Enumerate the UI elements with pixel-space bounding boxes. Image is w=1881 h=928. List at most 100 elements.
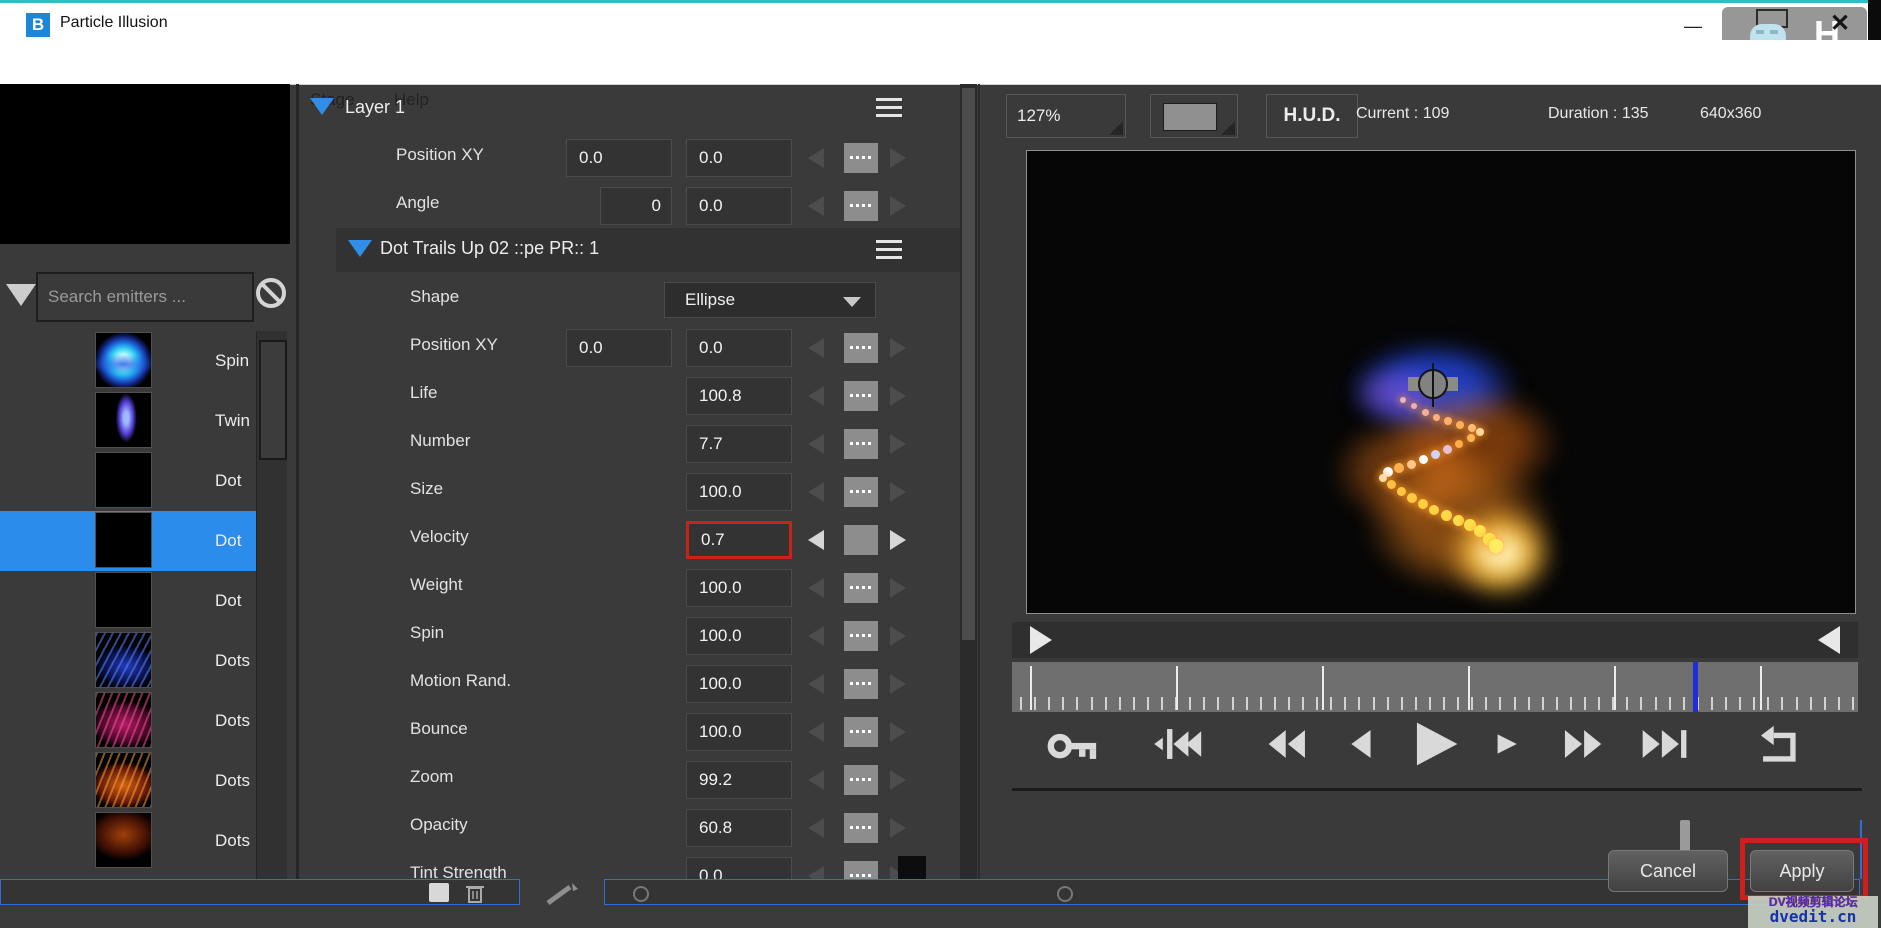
playhead[interactable] xyxy=(1693,662,1698,712)
transport-fast-forward-button[interactable] xyxy=(1550,718,1614,770)
emitter-list-item[interactable]: Spin xyxy=(0,331,256,391)
transport-step-forward-button[interactable] xyxy=(1472,718,1536,770)
zoom-level-dropdown[interactable]: 127% xyxy=(1006,94,1126,138)
decrement-arrow-icon[interactable] xyxy=(808,530,824,550)
title-bar[interactable]: B Particle Illusion — H ✕ xyxy=(0,3,1881,40)
range-start-handle[interactable] xyxy=(1030,626,1052,654)
emitter-list-item[interactable]: Dots xyxy=(0,631,256,691)
emitter-list-item[interactable]: Dot xyxy=(0,511,256,571)
keyframe-handle-icon[interactable] xyxy=(844,573,878,603)
increment-arrow-icon[interactable] xyxy=(890,434,906,454)
panel-divider[interactable] xyxy=(978,84,980,928)
keyframe-handle-icon[interactable] xyxy=(844,477,878,507)
emitter-list-item[interactable]: Dot xyxy=(0,451,256,511)
value-field-x[interactable]: 0.0 xyxy=(566,139,672,177)
panel-divider[interactable] xyxy=(296,84,299,928)
timeline-ruler[interactable] xyxy=(1012,662,1858,712)
increment-arrow-icon[interactable] xyxy=(890,482,906,502)
increment-arrow-icon[interactable] xyxy=(890,386,906,406)
keyframe-handle-icon[interactable] xyxy=(844,429,878,459)
cancel-button[interactable]: Cancel xyxy=(1608,850,1728,892)
decrement-arrow-icon[interactable] xyxy=(808,818,824,838)
decrement-arrow-icon[interactable] xyxy=(808,148,824,168)
decrement-arrow-icon[interactable] xyxy=(808,674,824,694)
close-button[interactable]: ✕ xyxy=(1830,9,1850,38)
clear-search-button[interactable] xyxy=(254,276,290,312)
transport-key-button[interactable] xyxy=(1046,718,1110,770)
increment-arrow-icon[interactable] xyxy=(890,578,906,598)
decrement-arrow-icon[interactable] xyxy=(808,386,824,406)
keyframe-handle-icon[interactable] xyxy=(844,381,878,411)
increment-arrow-icon[interactable] xyxy=(890,338,906,358)
page-icon[interactable] xyxy=(429,883,449,902)
dim-circle-icon[interactable] xyxy=(1057,886,1073,902)
shape-dropdown[interactable]: Ellipse xyxy=(664,282,876,318)
decrement-arrow-icon[interactable] xyxy=(808,196,824,216)
value-field[interactable]: 60.8 xyxy=(686,809,792,847)
background-color-picker[interactable] xyxy=(1150,94,1238,138)
hud-toggle-button[interactable]: H.U.D. xyxy=(1266,94,1358,138)
emitter-list-item[interactable]: Dot xyxy=(0,571,256,631)
increment-arrow-icon[interactable] xyxy=(890,530,906,550)
stage-viewport[interactable] xyxy=(1026,150,1856,614)
transport-step-back-button[interactable] xyxy=(1330,718,1394,770)
library-scrollbar-thumb[interactable] xyxy=(259,340,287,460)
keyframe-handle-icon[interactable] xyxy=(844,143,878,173)
increment-arrow-icon[interactable] xyxy=(890,722,906,742)
emitter-list-item[interactable]: Dots xyxy=(0,691,256,751)
emitter-menu-icon[interactable] xyxy=(876,240,902,243)
emitter-group-header[interactable]: Dot Trails Up 02 ::pe PR:: 1 xyxy=(336,228,960,272)
library-dropdown-icon[interactable] xyxy=(6,284,36,306)
decrement-arrow-icon[interactable] xyxy=(808,338,824,358)
decrement-arrow-icon[interactable] xyxy=(808,482,824,502)
trash-icon[interactable] xyxy=(465,882,485,904)
value-field[interactable]: 7.7 xyxy=(686,425,792,463)
decrement-arrow-icon[interactable] xyxy=(808,770,824,790)
transport-loop-button[interactable] xyxy=(1746,718,1810,770)
decrement-arrow-icon[interactable] xyxy=(808,722,824,742)
range-end-handle[interactable] xyxy=(1818,626,1840,654)
apply-button[interactable]: Apply xyxy=(1750,850,1854,892)
decrement-arrow-icon[interactable] xyxy=(808,626,824,646)
increment-arrow-icon[interactable] xyxy=(890,196,906,216)
layer-group-header[interactable]: Layer 1 xyxy=(300,90,976,130)
value-field[interactable]: 99.2 xyxy=(686,761,792,799)
keyframe-handle-icon[interactable] xyxy=(844,717,878,747)
pen-icon[interactable] xyxy=(544,881,580,907)
keyframe-handle-icon[interactable] xyxy=(844,813,878,843)
increment-arrow-icon[interactable] xyxy=(890,674,906,694)
collapse-triangle-icon[interactable] xyxy=(348,240,372,257)
value-field-x[interactable]: 0 xyxy=(600,187,672,225)
transport-prev-frame-button[interactable] xyxy=(1150,718,1214,770)
emitter-list-item[interactable]: Dots xyxy=(0,751,256,811)
decrement-arrow-icon[interactable] xyxy=(808,434,824,454)
increment-arrow-icon[interactable] xyxy=(890,148,906,168)
value-field[interactable]: 100.0 xyxy=(686,713,792,751)
increment-arrow-icon[interactable] xyxy=(890,818,906,838)
value-field-y[interactable]: 0.0 xyxy=(686,329,792,367)
search-input[interactable] xyxy=(38,274,272,320)
dim-circle-icon[interactable] xyxy=(633,886,649,902)
increment-arrow-icon[interactable] xyxy=(890,770,906,790)
keyframe-handle-icon[interactable] xyxy=(844,333,878,363)
value-field-y[interactable]: 0.0 xyxy=(686,139,792,177)
value-field[interactable]: 100.0 xyxy=(686,617,792,655)
value-field[interactable]: 100.0 xyxy=(686,569,792,607)
value-field[interactable]: 100.0 xyxy=(686,665,792,703)
transport-rewind-button[interactable] xyxy=(1258,718,1322,770)
keyframe-handle-icon[interactable] xyxy=(844,525,878,555)
minimize-button[interactable]: — xyxy=(1678,9,1708,37)
value-field[interactable]: 100.0 xyxy=(686,473,792,511)
keyframe-handle-icon[interactable] xyxy=(844,765,878,795)
transport-play-button[interactable] xyxy=(1402,718,1466,770)
collapse-triangle-icon[interactable] xyxy=(310,98,334,115)
decrement-arrow-icon[interactable] xyxy=(808,578,824,598)
properties-scrollbar-thumb[interactable] xyxy=(962,88,975,640)
emitter-list-item[interactable]: Twin xyxy=(0,391,256,451)
transport-go-to-end-button[interactable] xyxy=(1632,718,1696,770)
value-field[interactable]: 0.7 xyxy=(686,521,792,559)
emitter-list-item[interactable]: Dots xyxy=(0,811,256,871)
keyframe-handle-icon[interactable] xyxy=(844,621,878,651)
value-field[interactable]: 100.8 xyxy=(686,377,792,415)
value-field-x[interactable]: 0.0 xyxy=(566,329,672,367)
